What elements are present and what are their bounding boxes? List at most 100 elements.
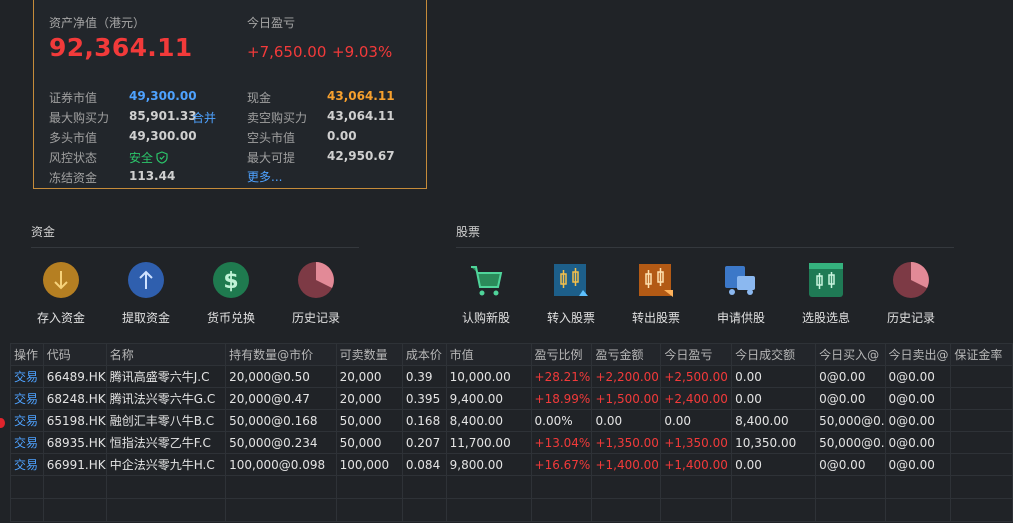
qty-price: 20,000@0.47 <box>225 387 337 410</box>
securities-value-label: 证券市值 <box>49 91 98 105</box>
net-asset-value: 92,364.11 <box>49 33 193 62</box>
today-sell: 0@0.00 <box>884 453 952 476</box>
col-today-pl[interactable]: 今日盈亏 <box>660 343 733 366</box>
currency-exchange-button[interactable]: $ 货币兑换 <box>191 262 271 332</box>
today-pl: +2,500.00 <box>660 365 733 388</box>
col-margin-ratio[interactable]: 保证金率 <box>950 343 1013 366</box>
transfer-out-button[interactable]: 转出股票 <box>616 262 696 332</box>
sellable-qty: 20,000 <box>335 365 403 388</box>
col-name[interactable]: 名称 <box>105 343 227 366</box>
table-row[interactable]: 交易 66489.HK 腾讯高盛零六牛J.C 20,000@0.50 20,000 0.3… <box>10 365 1013 388</box>
empty-cell <box>884 475 952 499</box>
today-pl: +1,350.00 <box>660 431 733 454</box>
trade-link[interactable]: 交易 <box>10 365 44 388</box>
empty-cell <box>731 498 817 522</box>
max-buying-power-value: 85,901.33 <box>129 109 197 123</box>
empty-cell <box>950 498 1013 522</box>
today-buy: 50,000@0. <box>815 409 886 432</box>
trade-link[interactable]: 交易 <box>10 409 44 432</box>
trade-link[interactable]: 交易 <box>10 453 44 476</box>
pl-ratio: +16.67% <box>530 453 593 476</box>
qty-price: 20,000@0.50 <box>225 365 337 388</box>
col-today-sell[interactable]: 今日卖出@ <box>884 343 952 366</box>
col-pl-ratio[interactable]: 盈亏比例 <box>530 343 593 366</box>
long-value-label: 多头市值 <box>49 131 98 145</box>
col-market-value[interactable]: 市值 <box>445 343 532 366</box>
empty-row <box>10 475 1013 499</box>
max-withdrawable-label: 最大可提 <box>247 151 296 165</box>
withdraw-button[interactable]: 提取资金 <box>106 262 186 332</box>
merge-link[interactable]: 合并 <box>192 109 216 126</box>
market-value: 10,000.00 <box>445 365 532 388</box>
stock-code: 66991.HK <box>42 453 107 476</box>
short-value-label: 空头市值 <box>247 131 296 145</box>
empty-cell <box>660 475 733 499</box>
empty-cell <box>335 475 403 499</box>
rights-issue-label: 申请供股 <box>716 311 765 325</box>
svg-text:$: $ <box>223 269 238 294</box>
today-buy: 0@0.00 <box>815 453 886 476</box>
stock-name: 腾讯高盛零六牛J.C <box>105 365 227 388</box>
scrip-dividend-label: 选股选息 <box>801 311 850 325</box>
col-today-turnover[interactable]: 今日成交额 <box>731 343 817 366</box>
table-row[interactable]: 交易 66991.HK 中企法兴零九牛H.C 100,000@0.098 100,000… <box>10 453 1013 476</box>
trade-link[interactable]: 交易 <box>10 387 44 410</box>
currency-exchange-label: 货币兑换 <box>206 311 255 325</box>
trade-link[interactable]: 交易 <box>10 431 44 454</box>
col-qty-price[interactable]: 持有数量@市价 <box>225 343 337 366</box>
col-code[interactable]: 代码 <box>42 343 107 366</box>
securities-value: 49,300.00 <box>129 89 197 103</box>
ipo-subscribe-label: 认购新股 <box>461 311 510 325</box>
col-pl-amount[interactable]: 盈亏金额 <box>591 343 662 366</box>
rights-issue-icon <box>723 262 759 298</box>
col-today-buy[interactable]: 今日买入@ <box>815 343 886 366</box>
col-cost[interactable]: 成本价 <box>401 343 447 366</box>
short-buying-power-value: 43,064.11 <box>327 109 395 123</box>
empty-row <box>10 498 1013 522</box>
table-row[interactable]: 交易 68248.HK 腾讯法兴零六牛G.C 20,000@0.47 20,000 0.3… <box>10 387 1013 410</box>
empty-cell <box>660 498 733 522</box>
table-row[interactable]: 交易 65198.HK 融创汇丰零八牛B.C 50,000@0.168 50,000 0.… <box>10 409 1013 432</box>
empty-cell <box>815 475 886 499</box>
stocks-history-button[interactable]: 历史记录 <box>871 262 951 332</box>
more-link[interactable]: 更多... <box>247 168 282 185</box>
history-icon <box>893 262 929 298</box>
market-value: 9,400.00 <box>445 387 532 410</box>
ipo-subscribe-button[interactable]: 认购新股 <box>446 262 526 332</box>
table-row[interactable]: 交易 68935.HK 恒指法兴零乙牛F.C 50,000@0.234 50,000 0.… <box>10 431 1013 454</box>
col-action[interactable]: 操作 <box>10 343 44 366</box>
today-buy: 0@0.00 <box>815 365 886 388</box>
today-turnover: 10,350.00 <box>731 431 817 454</box>
table-header-row: 操作 代码 名称 持有数量@市价 可卖数量 成本价 市值 盈亏比例 盈亏金额 今… <box>10 343 1013 366</box>
margin-ratio <box>950 409 1013 432</box>
transfer-out-icon <box>638 262 674 298</box>
stocks-section-title: 股票 <box>456 225 481 239</box>
transfer-in-button[interactable]: 转入股票 <box>531 262 611 332</box>
empty-cell <box>42 498 107 522</box>
holdings-body: 交易 66489.HK 腾讯高盛零六牛J.C 20,000@0.50 20,000 0.3… <box>10 365 1013 522</box>
deposit-button[interactable]: 存入资金 <box>21 262 101 332</box>
scrip-dividend-button[interactable]: 选股选息 <box>786 262 866 332</box>
rights-issue-button[interactable]: 申请供股 <box>701 262 781 332</box>
selected-row-marker <box>0 418 5 428</box>
holdings-table: 操作 代码 名称 持有数量@市价 可卖数量 成本价 市值 盈亏比例 盈亏金额 今… <box>10 343 1013 522</box>
max-buying-power-label: 最大购买力 <box>49 111 110 125</box>
empty-cell <box>401 498 447 522</box>
empty-cell <box>10 475 44 499</box>
empty-cell <box>591 475 662 499</box>
sellable-qty: 50,000 <box>335 431 403 454</box>
pl-amount: 0.00 <box>591 409 662 432</box>
today-sell: 0@0.00 <box>884 409 952 432</box>
today-pl-amount: +7,650.00 <box>247 43 327 61</box>
today-pl: +2,400.00 <box>660 387 733 410</box>
today-sell: 0@0.00 <box>884 387 952 410</box>
col-sellable[interactable]: 可卖数量 <box>335 343 403 366</box>
sellable-qty: 100,000 <box>335 453 403 476</box>
today-pl-label: 今日盈亏 <box>247 16 296 30</box>
funds-history-button[interactable]: 历史记录 <box>276 262 356 332</box>
funds-divider <box>31 247 359 248</box>
max-withdrawable-value: 42,950.67 <box>327 149 395 163</box>
empty-cell <box>445 475 532 499</box>
long-value: 49,300.00 <box>129 129 197 143</box>
empty-cell <box>401 475 447 499</box>
